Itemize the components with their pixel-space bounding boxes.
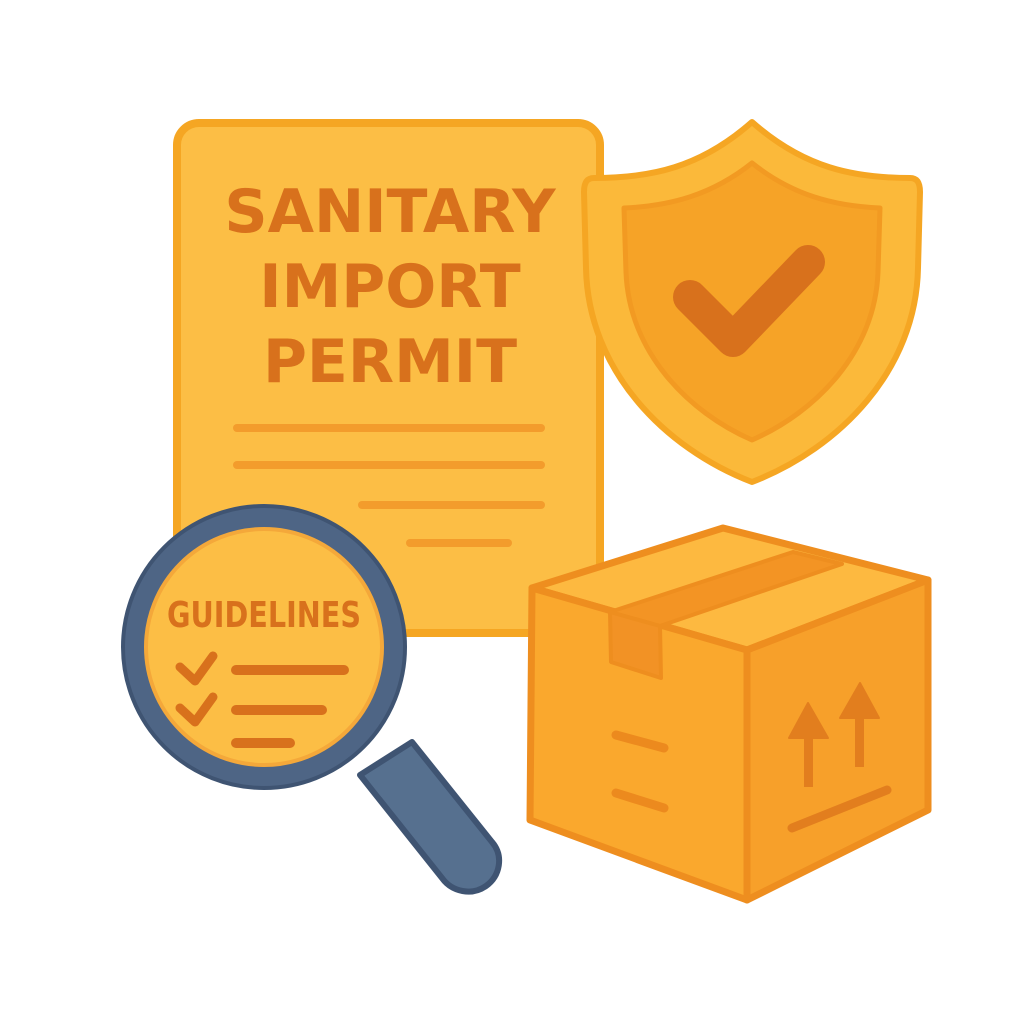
guidelines-label: GUIDELINES: [167, 595, 361, 636]
illustration: SANITARY IMPORT PERMIT GUIDELINES: [0, 0, 1024, 1024]
shipping-box-icon: [526, 524, 932, 904]
permit-title-line-1: SANITARY: [224, 177, 557, 247]
permit-title-line-2: IMPORT: [259, 252, 521, 322]
magnifier-lens: [144, 527, 384, 767]
magnifier-handle: [357, 739, 503, 895]
permit-title-line-3: PERMIT: [263, 327, 517, 397]
shield-check-icon: [581, 119, 923, 485]
